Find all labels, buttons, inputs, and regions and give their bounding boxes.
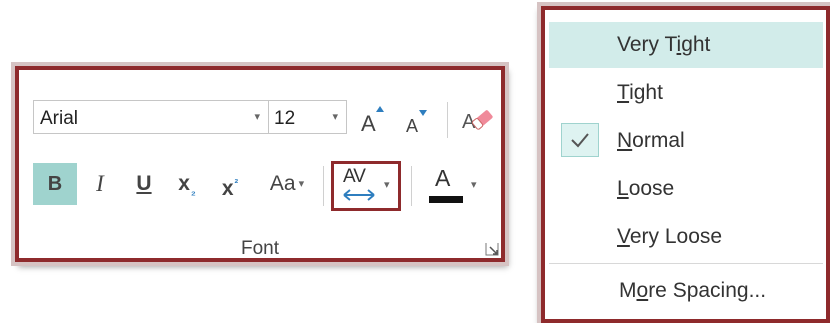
divider: [447, 102, 448, 138]
chevron-down-icon[interactable]: ▾: [332, 110, 338, 123]
superscript-button[interactable]: x²: [212, 163, 248, 205]
character-spacing-button[interactable]: AV ▾: [331, 161, 401, 211]
subscript-mark: ₂: [190, 186, 196, 198]
subscript-button[interactable]: x₂: [169, 163, 205, 205]
menu-item-tight[interactable]: Tight: [549, 70, 823, 116]
font-size-value: 12: [274, 108, 296, 129]
bold-button[interactable]: B: [33, 163, 77, 205]
menu-item-label: Tight: [617, 81, 663, 104]
font-size-combobox[interactable]: 12 ▾: [269, 100, 347, 134]
menu-item-very-loose[interactable]: Very Loose: [549, 214, 823, 260]
chevron-down-icon: ▾: [298, 178, 305, 190]
font-name-value: Arial: [40, 108, 79, 129]
group-label: Font: [240, 238, 280, 259]
dialog-launcher-icon[interactable]: [485, 242, 499, 256]
menu-item-loose[interactable]: Loose: [549, 166, 823, 212]
menu-item-label: Loose: [617, 177, 675, 200]
menu-item-more-spacing[interactable]: More Spacing...: [549, 268, 823, 314]
font-group-panel: Arial ▾ 12 ▾ A A A B I U x₂ x² Aa ▾ AV ▾…: [15, 66, 505, 262]
underline-button[interactable]: U: [129, 163, 159, 205]
font-name-combobox[interactable]: Arial ▾: [33, 100, 269, 134]
italic-button[interactable]: I: [85, 163, 115, 205]
shrink-font-icon[interactable]: A: [404, 108, 430, 136]
change-case-button[interactable]: Aa ▾: [255, 163, 319, 205]
superscript-label: x: [221, 177, 234, 200]
menu-divider: [549, 263, 823, 264]
chevron-down-icon: ▾: [384, 179, 390, 191]
grow-font-icon[interactable]: A: [359, 104, 387, 136]
font-color-button[interactable]: A ▾: [425, 165, 483, 209]
menu-item-label: Very Loose: [617, 225, 723, 248]
superscript-mark: ²: [234, 178, 239, 190]
clear-formatting-icon[interactable]: A: [459, 104, 495, 134]
checkmark-icon: [561, 123, 599, 157]
double-arrow-icon: [343, 189, 375, 201]
svg-text:A: A: [361, 111, 376, 134]
menu-item-label: Very Tight: [617, 33, 711, 56]
svg-text:A: A: [406, 116, 418, 136]
change-case-label: Aa: [269, 172, 296, 195]
subscript-label: x: [178, 172, 190, 195]
divider: [323, 166, 324, 206]
character-spacing-label: AV: [343, 166, 366, 187]
chevron-down-icon: ▾: [471, 179, 477, 191]
font-color-label: A: [435, 165, 451, 191]
character-spacing-menu: Very Tight Tight Normal Loose Very Loose…: [541, 6, 830, 323]
menu-item-label: More Spacing...: [619, 279, 767, 302]
menu-item-normal[interactable]: Normal: [549, 118, 823, 164]
font-color-swatch: [429, 196, 463, 203]
menu-item-label: Normal: [617, 129, 685, 152]
divider: [411, 166, 412, 206]
chevron-down-icon[interactable]: ▾: [254, 110, 260, 123]
menu-item-very-tight[interactable]: Very Tight: [549, 22, 823, 68]
